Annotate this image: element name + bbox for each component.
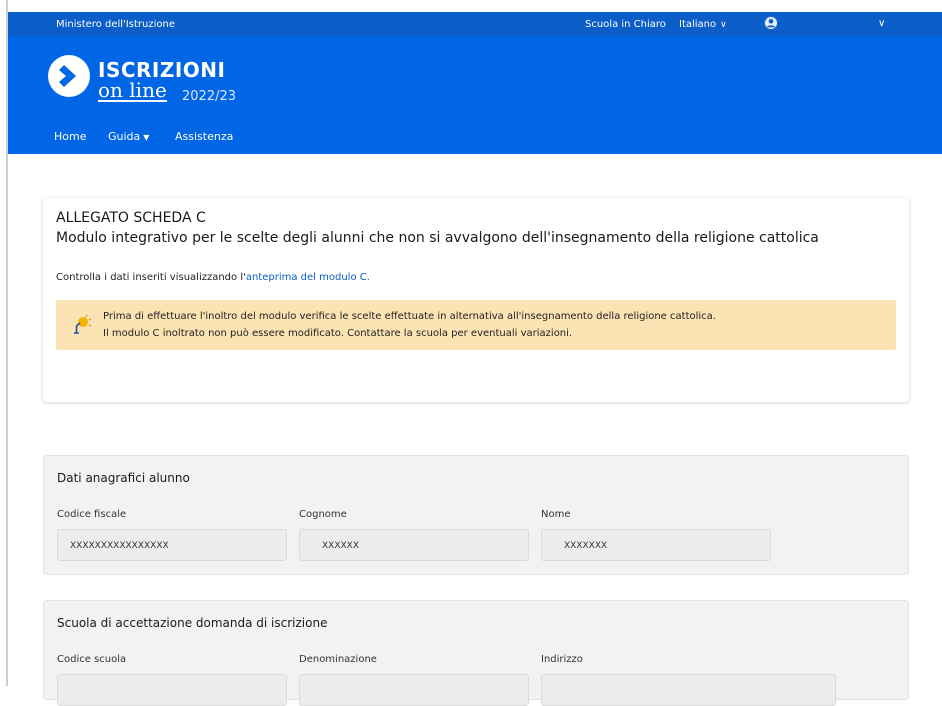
codice-scuola-label: Codice scuola <box>57 654 127 665</box>
allegato-card: ALLEGATO SCHEDA C Modulo integrativo per… <box>43 198 909 402</box>
cognome-field[interactable]: XXXXXX <box>299 529 529 561</box>
codice-scuola-field[interactable] <box>57 674 287 706</box>
student-data-section: Dati anagrafici alunno Codice fiscale XX… <box>43 455 909 575</box>
language-label: Italiano <box>679 19 717 30</box>
denominazione-label: Denominazione <box>299 654 377 665</box>
brand-subtitle: on line <box>98 78 167 102</box>
caret-down-icon: ▼ <box>143 133 150 142</box>
school-section: Scuola di accettazione domanda di iscriz… <box>43 600 909 706</box>
nav-guida-label: Guida <box>108 130 141 143</box>
scuola-in-chiaro-link[interactable]: Scuola in Chiaro <box>585 19 666 30</box>
nav-assistenza[interactable]: Assistenza <box>175 130 233 143</box>
warning-alert: Prima di effettuare l'inoltro del modulo… <box>56 300 896 350</box>
indirizzo-label: Indirizzo <box>541 654 583 665</box>
main-nav: Home Guida ▼ Assistenza <box>8 118 942 154</box>
language-selector[interactable]: Italiano ∨ <box>679 19 727 30</box>
chevron-down-icon: ∨ <box>720 20 727 30</box>
user-menu-chevron-icon[interactable]: ∨ <box>878 18 885 29</box>
cognome-label: Cognome <box>299 509 347 520</box>
nome-label: Nome <box>541 509 571 520</box>
user-icon[interactable] <box>764 16 778 30</box>
denominazione-field[interactable] <box>299 674 529 706</box>
preview-link[interactable]: anteprima del modulo C. <box>246 272 370 283</box>
card-title: ALLEGATO SCHEDA C <box>56 210 206 226</box>
top-bar: Ministero dell'Istruzione Scuola in Chia… <box>8 12 942 36</box>
alert-line-2: Il modulo C inoltrato non può essere mod… <box>103 328 573 339</box>
codice-fiscale-label: Codice fiscale <box>57 509 127 520</box>
logo-icon[interactable] <box>48 55 90 97</box>
indirizzo-field[interactable] <box>541 674 836 706</box>
nome-field[interactable]: XXXXXXX <box>541 529 771 561</box>
check-prefix: Controlla i dati inseriti visualizzando … <box>56 272 246 283</box>
card-subtitle: Modulo integrativo per le scelte degli a… <box>56 230 819 246</box>
nav-guida[interactable]: Guida ▼ <box>108 130 149 143</box>
left-edge <box>0 0 8 686</box>
student-section-title: Dati anagrafici alunno <box>57 471 190 485</box>
school-section-title: Scuola di accettazione domanda di iscriz… <box>57 616 328 630</box>
brand-header: ISCRIZIONI on line 2022/23 <box>8 36 942 118</box>
ministry-link[interactable]: Ministero dell'Istruzione <box>56 19 175 30</box>
codice-fiscale-field[interactable]: XXXXXXXXXXXXXXXX <box>57 529 287 561</box>
alert-line-1: Prima di effettuare l'inoltro del modulo… <box>103 311 716 322</box>
nav-home[interactable]: Home <box>54 130 86 143</box>
lightbulb-icon <box>70 314 92 339</box>
brand-year: 2022/23 <box>182 89 237 104</box>
check-text: Controlla i dati inseriti visualizzando … <box>56 272 370 283</box>
